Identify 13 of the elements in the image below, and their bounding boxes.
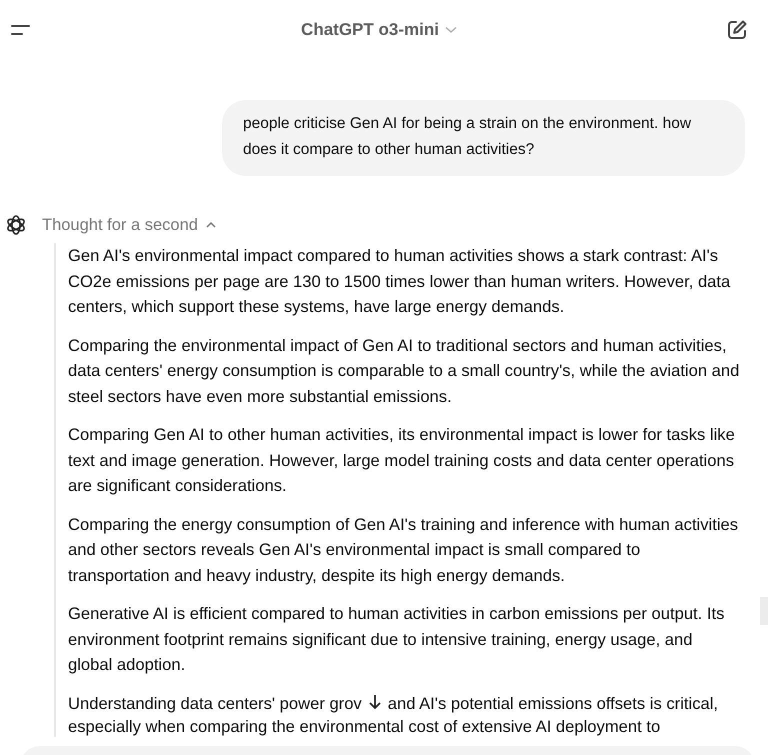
reasoning-paragraph: Gen AI's environmental impact compared to human activities shows a stark contrast: AI's CO2e emissions per page are 130 to 1500 times lower than human writers. However, data centers, which support these systems, have large energy demands. [68, 245, 732, 318]
reasoning-text: especially when comparing the environmental cost of extensive AI deployment to [68, 716, 660, 737]
reasoning-text: Understanding data centers' power grov [68, 692, 362, 714]
assistant-logo-icon [4, 213, 28, 237]
model-selector[interactable]: ChatGPT o3-mini [299, 18, 459, 42]
reasoning-text: and AI's potential emissions offsets is critical, [388, 692, 718, 714]
reasoning-paragraph: Comparing Gen AI to other human activities, its environmental impact is lower for tasks like text and image generation. However, large model training costs and data center operations are significant considerations. [68, 424, 736, 497]
user-message: people criticise Gen AI for being a strain on the environment. how does it compare to other human activities? [222, 100, 745, 176]
reasoning-toggle[interactable]: Thought for a second [42, 216, 218, 234]
reasoning-paragraph: Comparing the energy consumption of Gen AI's training and inference with human activities and other sectors reveals Gen AI's environmental impact is small compared to transportation and heavy industry, despite its high energy demands. [68, 514, 740, 586]
chevron-down-icon [444, 26, 457, 34]
reasoning-paragraph: Generative AI is efficient compared to human activities in carbon emissions per output. Its environment footprint remains significant due to intensive training, energy usage, and global adoption. [68, 603, 726, 676]
reasoning-paragraph: Comparing the environmental impact of Gen AI to traditional sectors and human activities, data centers' energy consumption is comparable to a small country's, while the aviation and steel sectors have even more substantial emissions. [68, 334, 740, 408]
